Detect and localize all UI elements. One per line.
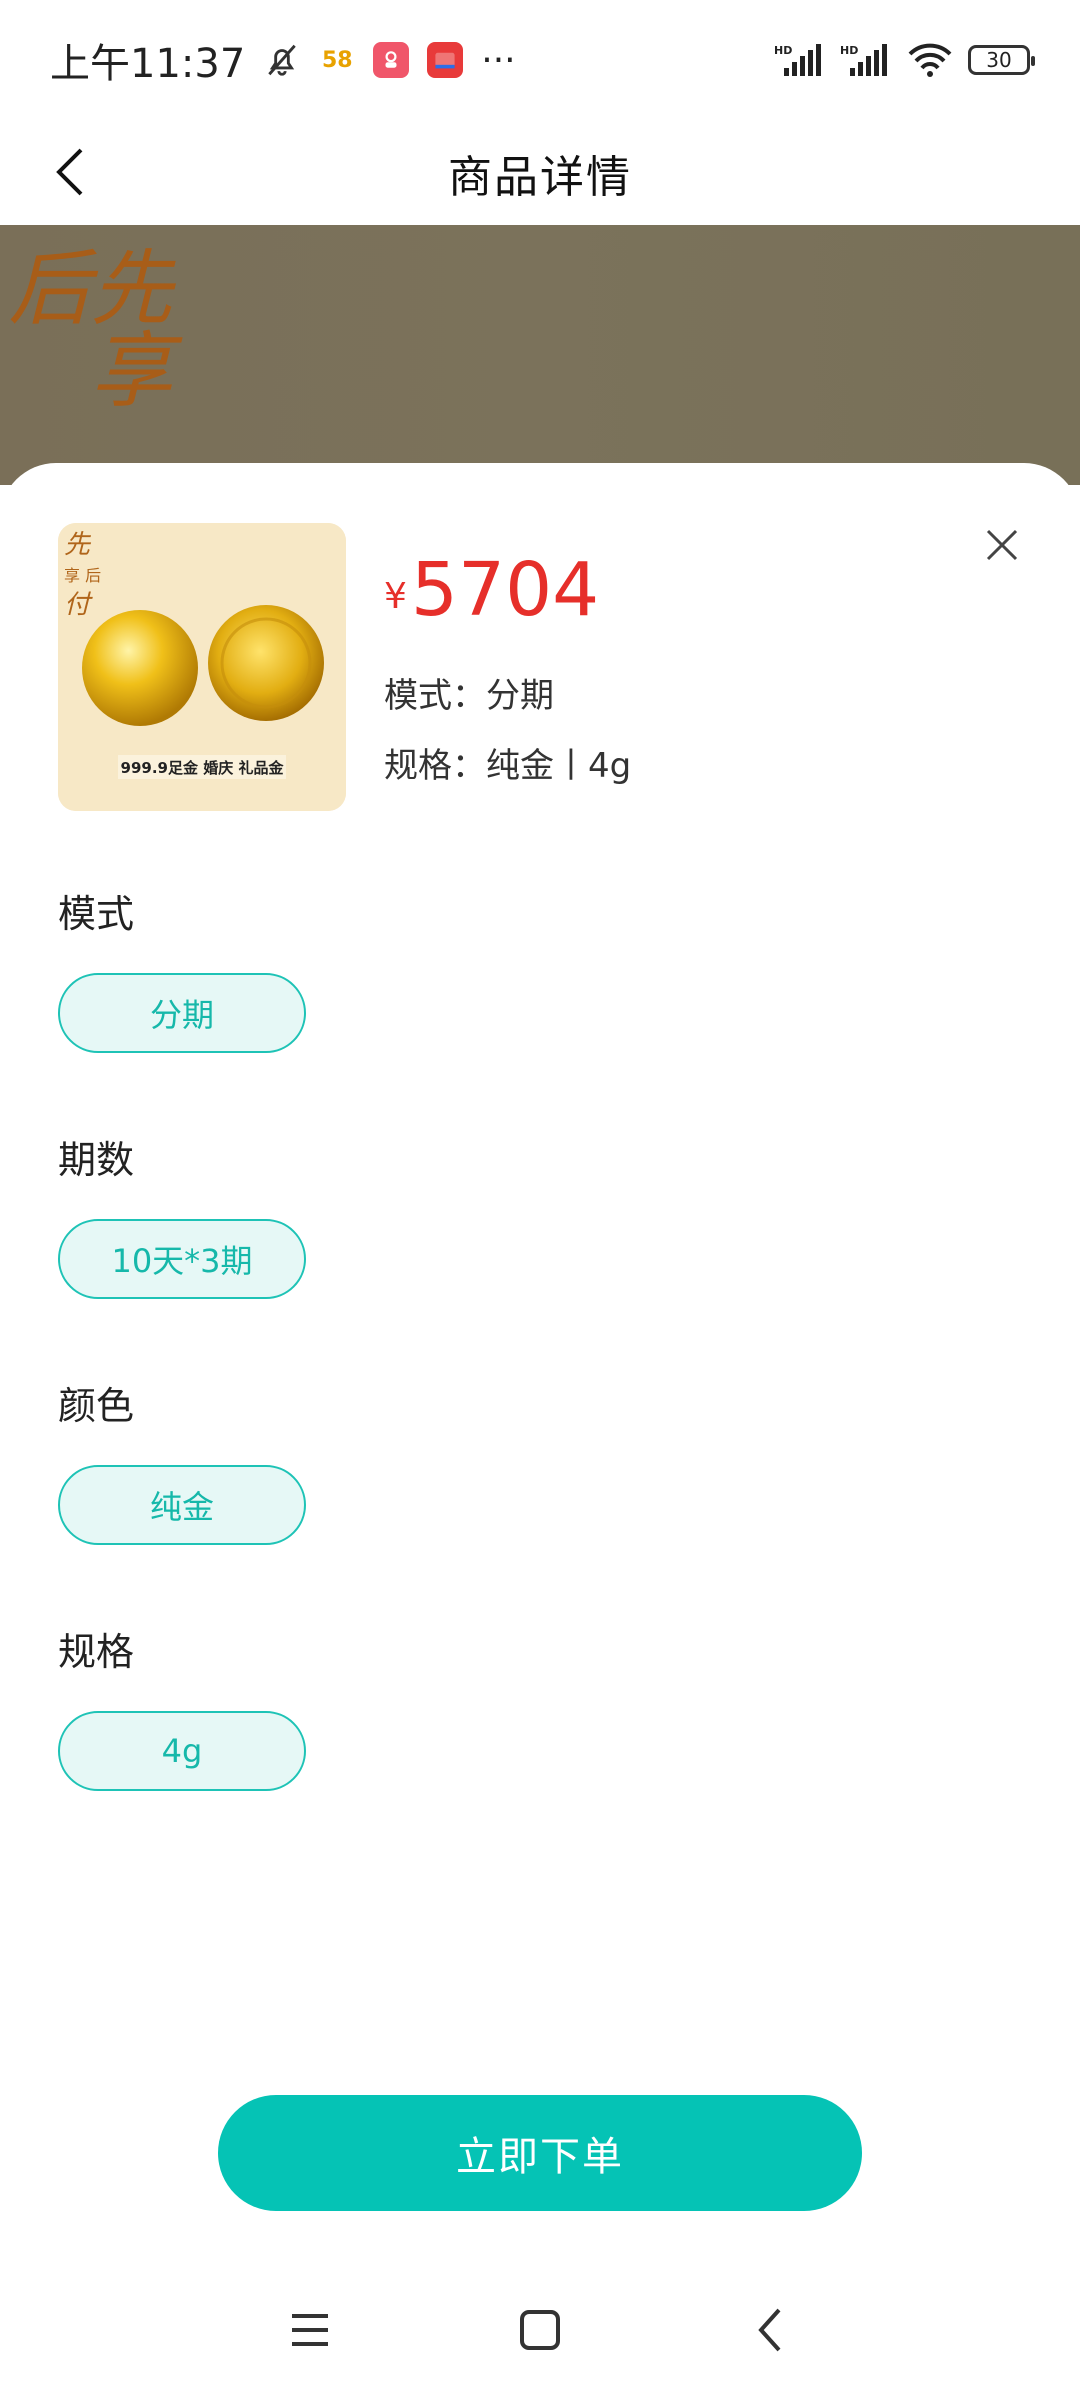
back-button[interactable] — [40, 142, 100, 202]
status-time: 上午11:37 — [50, 41, 246, 87]
chevron-left-icon — [56, 148, 83, 196]
mute-bell-icon — [263, 41, 301, 79]
close-icon — [986, 529, 1018, 561]
signal-hd-icon-2: HD — [840, 42, 892, 78]
thumbnail-caption: 999.9足金 婚庆 礼品金 — [121, 759, 285, 777]
page-header: 商品详情 — [0, 120, 1080, 225]
product-banner-image: 先享后 — [0, 225, 1080, 485]
section-title-spec: 规格 — [58, 1630, 135, 1674]
currency-symbol: ¥ — [384, 576, 407, 617]
svg-text:HD: HD — [840, 44, 858, 57]
price: ¥ 5704 — [384, 553, 599, 627]
menu-icon — [292, 2314, 328, 2346]
svg-text:付: 付 — [64, 590, 93, 620]
signal-hd-icon: HD — [774, 42, 826, 78]
option-chip-color[interactable]: 纯金 — [58, 1465, 306, 1545]
close-button[interactable] — [980, 523, 1024, 567]
back-nav-button[interactable] — [740, 2300, 800, 2360]
option-chip-mode[interactable]: 分期 — [58, 973, 306, 1053]
more-icon: ··· — [481, 39, 516, 81]
section-title-mode: 模式 — [58, 892, 135, 936]
page-title: 商品详情 — [448, 151, 632, 203]
back-chevron-icon — [758, 2308, 781, 2352]
price-value: 5704 — [410, 547, 600, 633]
status-right: HD HD 30 — [774, 42, 1035, 78]
app-search-icon — [427, 42, 464, 78]
system-nav-bar — [0, 2280, 1080, 2380]
selected-spec: 规格：纯金丨4g — [384, 746, 632, 786]
menu-nav-button[interactable] — [280, 2300, 340, 2360]
svg-text:HD: HD — [774, 44, 792, 57]
app-pink-icon — [373, 42, 410, 78]
section-title-color: 颜色 — [58, 1384, 135, 1428]
home-square-icon — [520, 2310, 560, 2350]
option-chip-spec[interactable]: 4g — [58, 1711, 306, 1791]
status-left: 上午11:37 58 ··· — [50, 31, 516, 89]
app-58-icon: 58 — [319, 42, 356, 78]
svg-text:先: 先 — [64, 530, 92, 560]
home-nav-button[interactable] — [510, 2300, 570, 2360]
battery-icon: 30 — [968, 45, 1035, 75]
status-bar: 上午11:37 58 ··· HD HD 30 — [0, 0, 1080, 120]
section-title-periods: 期数 — [58, 1138, 135, 1182]
place-order-button[interactable]: 立即下单 — [218, 2095, 862, 2211]
option-chip-periods[interactable]: 10天*3期 — [58, 1219, 306, 1299]
selected-mode: 模式：分期 — [384, 676, 554, 716]
svg-text:享 后: 享 后 — [64, 566, 101, 585]
product-thumbnail: 先 享 后 付 999.9足金 婚庆 礼品金 — [58, 523, 346, 811]
wifi-icon — [906, 42, 954, 78]
banner-calligraphy: 先享后 — [0, 245, 171, 409]
